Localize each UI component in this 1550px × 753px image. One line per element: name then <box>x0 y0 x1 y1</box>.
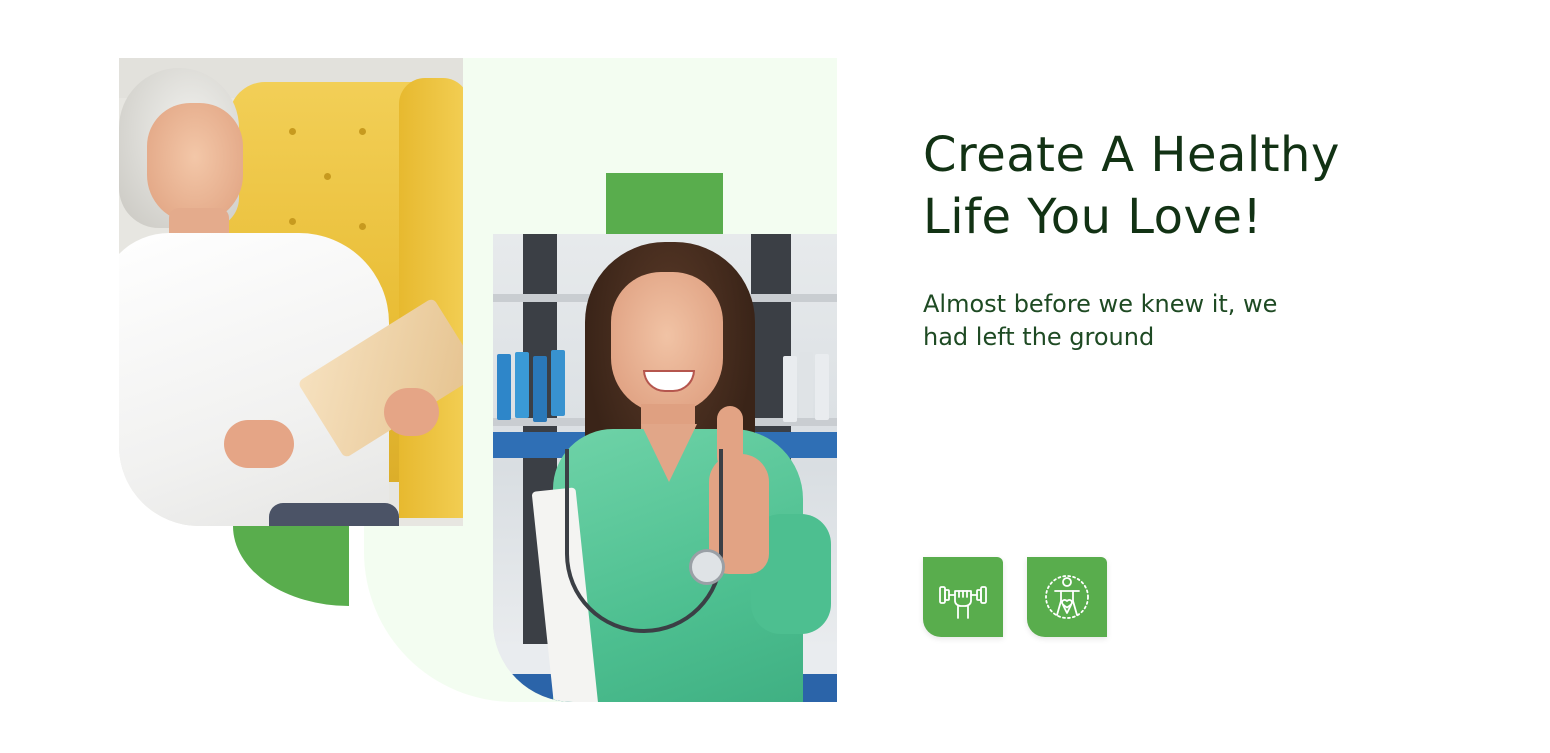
nurse-thumbs-up-photo <box>493 234 837 702</box>
hero-heading-line1: Create A Healthy <box>923 127 1340 183</box>
hero-subtitle: Almost before we knew it, we had left th… <box>923 288 1343 354</box>
elderly-woman-reading-photo <box>119 58 463 526</box>
fitness-feature-button[interactable] <box>923 557 1003 637</box>
hero-heading: Create A Healthy Life You Love! <box>923 124 1443 248</box>
body-heart-icon <box>1045 575 1089 619</box>
hero-subtitle-line2: had left the ground <box>923 323 1155 351</box>
hero-heading-line2: Life You Love! <box>923 189 1263 245</box>
green-quarter-circle-decoration <box>233 526 349 606</box>
hero-section: Create A Healthy Life You Love! Almost b… <box>0 0 1550 753</box>
green-rectangle-decoration <box>606 173 723 235</box>
hero-subtitle-line1: Almost before we knew it, we <box>923 290 1278 318</box>
body-health-feature-button[interactable] <box>1027 557 1107 637</box>
dumbbell-fist-icon <box>939 586 987 619</box>
